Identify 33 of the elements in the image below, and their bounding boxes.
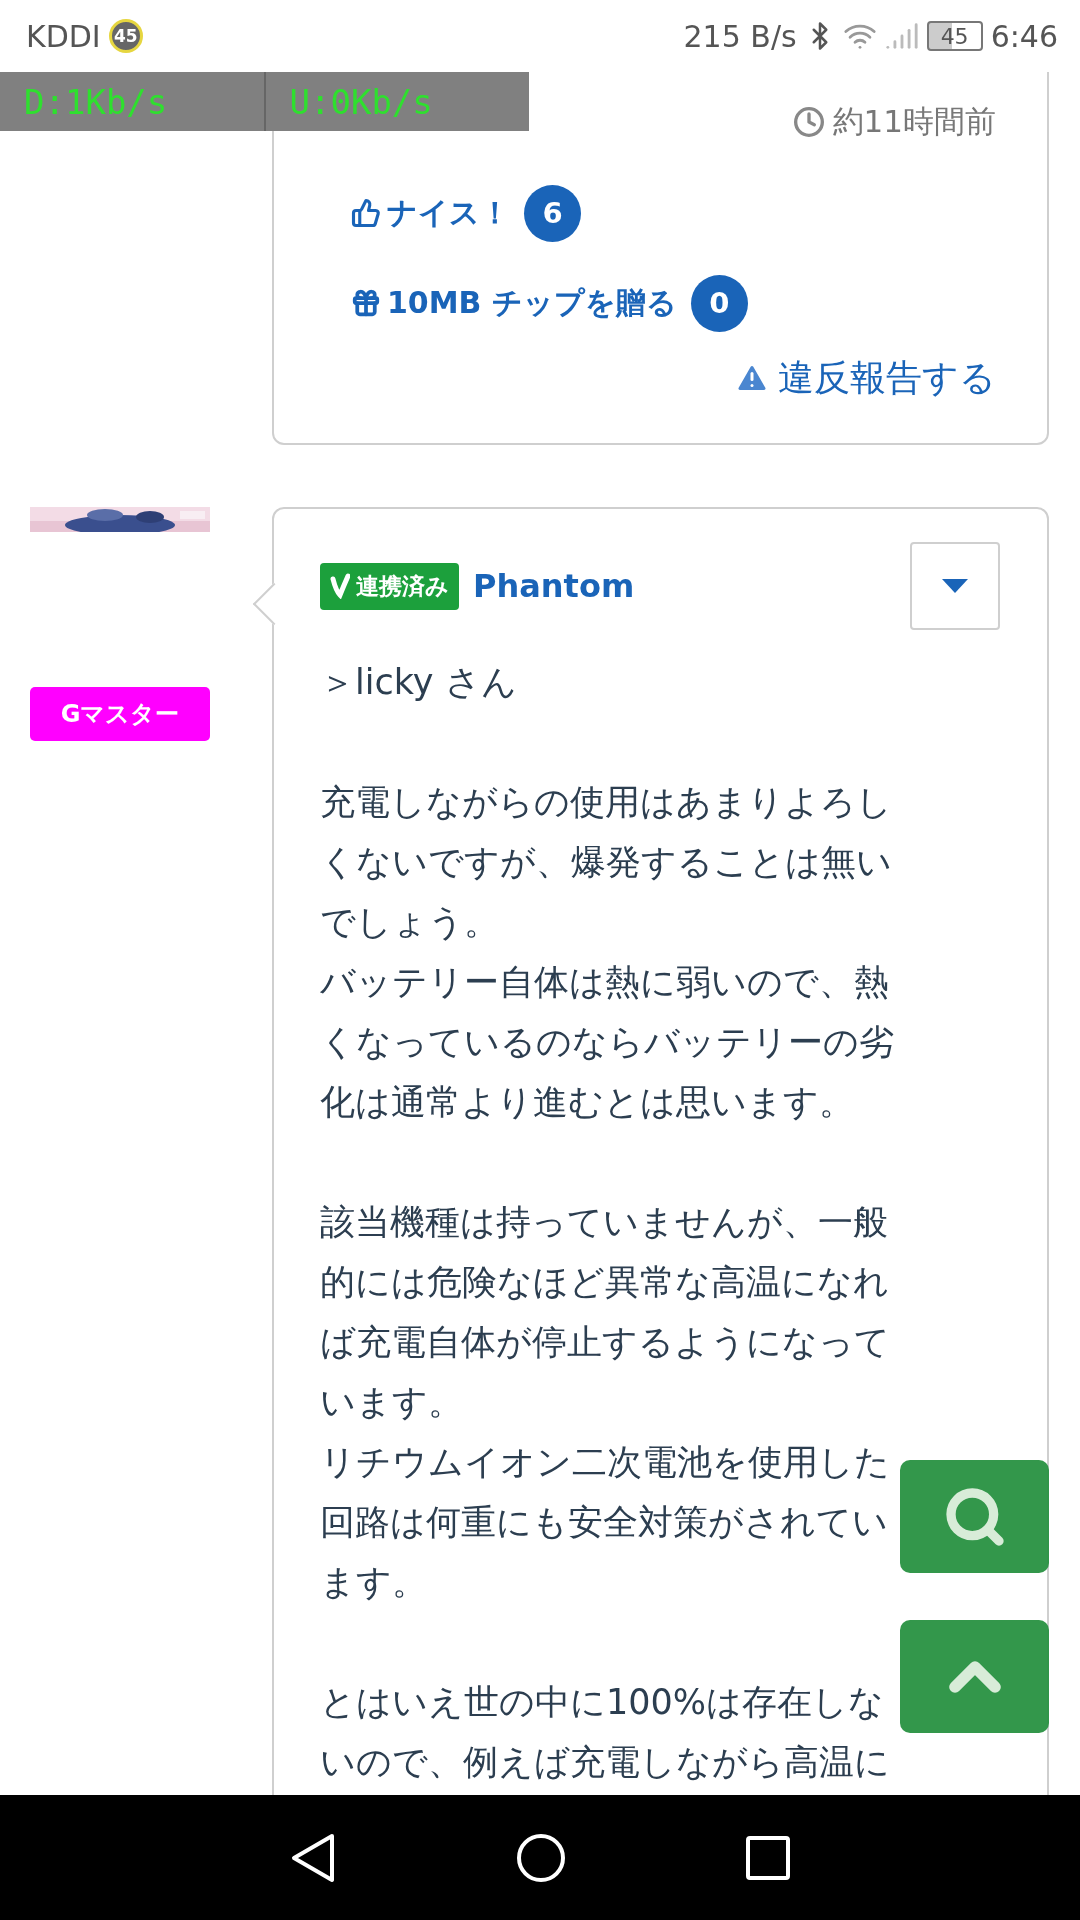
reply-paragraph: とはいえ世の中に100%は存在しな いので、例えば充電しながら高温に (320, 1681, 890, 1784)
tip-link[interactable]: 10MB チップを贈る (351, 282, 677, 324)
nice-link[interactable]: ナイス！ (351, 192, 510, 234)
menu-dropdown-button[interactable] (910, 542, 1000, 630)
clock-time: 6:46 (990, 18, 1058, 54)
report-link[interactable]: 違反報告する (734, 358, 996, 398)
recents-button[interactable] (746, 1835, 790, 1880)
reply-paragraph: ＞licky さん (320, 661, 517, 704)
battery-indicator: 45 (926, 21, 983, 51)
back-icon (290, 1832, 336, 1883)
tip-count: 0 (690, 274, 748, 332)
back-button[interactable] (290, 1832, 336, 1883)
scroll-top-button[interactable] (900, 1620, 1049, 1733)
thumbs-up-icon (351, 198, 381, 228)
reply-paragraph: 該当機種は持っていませんが、一般 的には危険なほど異常な高温になれ ば充電自体が停止するようになって います。 リチウムイオン二次電池を使用した 回路は何重にも安全対策がされてい ます。 (320, 1201, 890, 1604)
search-button[interactable] (900, 1460, 1049, 1573)
home-button[interactable] (516, 1832, 566, 1883)
recents-icon (746, 1835, 790, 1880)
home-icon (516, 1832, 566, 1883)
carrier-name: KDDI (26, 18, 101, 54)
caret-icon (942, 579, 968, 593)
nice-count: 6 (524, 184, 581, 242)
carrier-badge: 45 (108, 19, 143, 53)
author-name[interactable]: Phantom (473, 567, 635, 605)
rank-badge: Gマスター (30, 687, 210, 741)
gift-icon (351, 288, 381, 318)
download-speed: D:1Kb/s (23, 80, 169, 124)
linked-badge: 連携済み (320, 562, 459, 610)
clock-icon (792, 106, 825, 138)
network-speed: 215 B/s (683, 18, 797, 54)
post-time: 約11時間前 (832, 102, 996, 141)
reply-paragraph: 充電しながらの使用はあまりよろし くないですが、爆発することは無い でしょう。 バッテリー自体は熱に弱いので、熱 くなっているのならバッテリーの劣 化は通常より進むとは思います。 (320, 781, 894, 1124)
check-icon (330, 573, 350, 599)
